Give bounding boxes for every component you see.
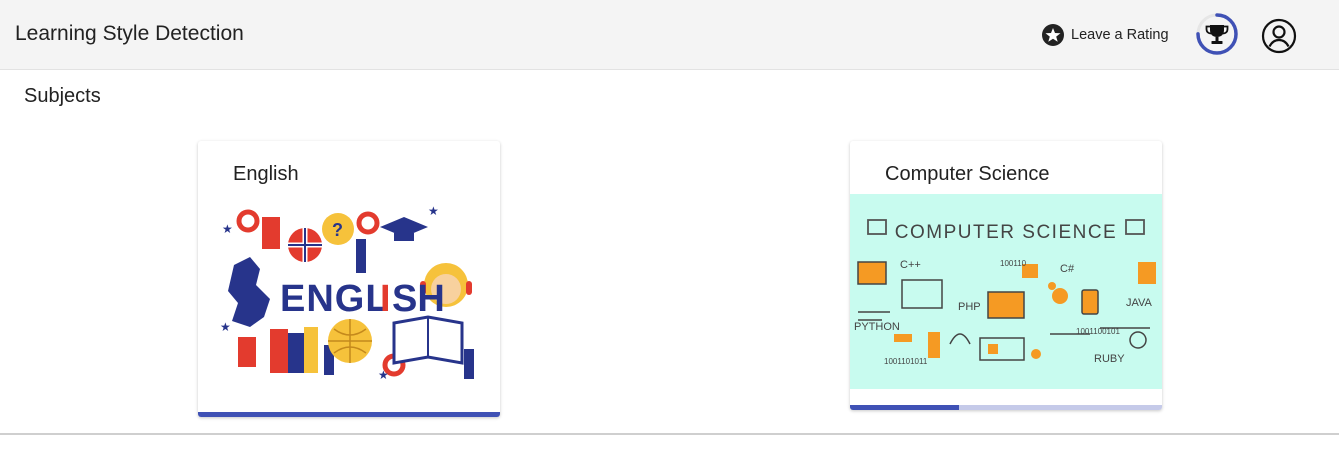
label-csharp: C# [1060, 263, 1075, 275]
trophy-icon [1196, 13, 1238, 55]
star-circle-icon [1042, 24, 1064, 46]
svg-text:ENGL: ENGL [280, 278, 390, 320]
svg-text:?: ? [332, 220, 343, 240]
top-app-bar: Learning Style Detection Leave a Rating [0, 0, 1339, 70]
label-python: PYTHON [854, 321, 900, 333]
svg-text:★: ★ [222, 222, 233, 236]
subjects-heading: Subjects [24, 85, 101, 107]
svg-text:SH: SH [392, 278, 445, 320]
computer-science-illustration: COMPUTER SCIENCE C++ C# PHP JAVA PYTHON … [850, 194, 1162, 389]
subject-card-english[interactable]: English ? ENGL I SH ★ ★ ★ ★ [198, 141, 500, 417]
label-binary-3: 1001100101 [1076, 327, 1120, 336]
subject-card-title: English [233, 163, 299, 185]
label-java: JAVA [1126, 297, 1153, 309]
svg-text:COMPUTER SCIENCE: COMPUTER SCIENCE [895, 222, 1117, 243]
progress-bar [198, 412, 500, 417]
svg-text:I: I [380, 278, 391, 320]
account-circle-icon [1261, 18, 1297, 54]
label-ruby: RUBY [1094, 353, 1125, 365]
subject-card-title: Computer Science [885, 163, 1050, 185]
trophy-progress-button[interactable] [1195, 12, 1239, 56]
english-illustration: ? ENGL I SH ★ ★ ★ ★ [198, 199, 500, 409]
account-button[interactable] [1261, 18, 1297, 54]
label-php: PHP [958, 301, 981, 313]
leave-rating-label: Leave a Rating [1071, 27, 1169, 43]
label-binary-1: 100110 [1000, 259, 1027, 268]
progress-fill [198, 412, 500, 417]
leave-rating-button[interactable]: Leave a Rating [1042, 24, 1169, 46]
app-title: Learning Style Detection [15, 22, 244, 45]
progress-fill [850, 405, 960, 410]
subject-card-computer-science[interactable]: Computer Science COMPUTER SCIENCE C++ C#… [850, 141, 1162, 410]
label-binary-2: 1001101011 [884, 357, 928, 366]
svg-text:★: ★ [220, 320, 231, 334]
label-cpp: C++ [900, 259, 921, 271]
progress-bar [850, 405, 1162, 410]
divider [0, 433, 1339, 435]
svg-text:★: ★ [428, 204, 439, 218]
svg-text:★: ★ [378, 368, 389, 382]
